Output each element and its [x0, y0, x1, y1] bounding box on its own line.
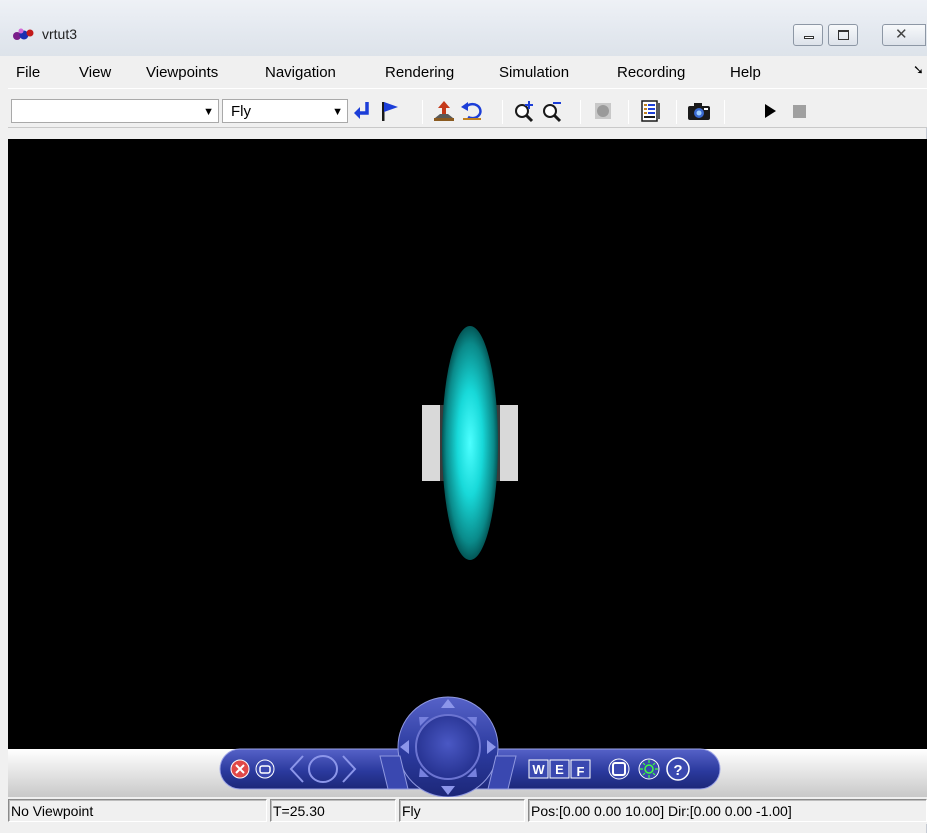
cyan-ellipsoid-shape — [442, 326, 498, 560]
create-viewpoint-icon[interactable] — [378, 99, 402, 123]
simulink-3d-viewer-window: vrtut3 ✕ File View Viewpoints Navigation… — [0, 0, 927, 833]
toolbar: ▼ Fly ▼ — [8, 88, 927, 128]
chevron-down-icon[interactable]: ▼ — [332, 106, 343, 118]
viewpoint-select[interactable]: ▼ — [11, 99, 219, 123]
menu-view[interactable]: View — [79, 64, 111, 81]
undo-move-icon[interactable] — [460, 99, 484, 123]
3d-scene-viewport[interactable] — [8, 139, 927, 749]
navigation-panel-graphic: W E F ? — [219, 696, 721, 798]
capture-frame-icon[interactable] — [687, 99, 711, 123]
menu-recording[interactable]: Recording — [617, 64, 685, 81]
close-icon: ✕ — [895, 25, 908, 43]
zoom-out-icon[interactable] — [540, 99, 564, 123]
svg-text:W: W — [532, 762, 545, 777]
navigation-mode-value: Fly — [231, 103, 251, 120]
stop-simulation-icon[interactable] — [787, 99, 811, 123]
minimize-nav-button[interactable] — [255, 759, 275, 779]
menu-bar: File View Viewpoints Navigation Renderin… — [8, 56, 927, 88]
menu-help[interactable]: Help — [730, 64, 761, 81]
menu-rendering[interactable]: Rendering — [385, 64, 454, 81]
zoom-in-icon[interactable] — [512, 99, 536, 123]
toolbar-separator — [676, 100, 677, 124]
close-nav-button[interactable] — [230, 759, 250, 779]
window-title: vrtut3 — [42, 26, 78, 42]
svg-text:F: F — [577, 764, 585, 779]
menu-viewpoints[interactable]: Viewpoints — [146, 64, 218, 81]
headlight-toggle-button[interactable] — [638, 758, 660, 780]
status-viewpoint: No Viewpoint — [8, 799, 267, 822]
minimize-icon — [804, 36, 814, 39]
toolbar-separator — [422, 100, 423, 124]
menu-file[interactable]: File — [16, 64, 40, 81]
fly-mode-button[interactable]: F — [570, 759, 591, 779]
navigation-mode-select[interactable]: Fly ▼ — [222, 99, 348, 123]
vr-app-logo-icon — [13, 28, 34, 40]
headlight-icon[interactable] — [591, 99, 615, 123]
close-button[interactable]: ✕ — [882, 24, 926, 46]
help-button[interactable]: ? — [666, 757, 690, 781]
status-bar: No Viewpoint T=25.30 Fly Pos:[0.00 0.00 … — [8, 797, 927, 824]
menu-simulation[interactable]: Simulation — [499, 64, 569, 81]
walk-mode-button[interactable]: W — [528, 759, 549, 779]
edit-world-icon[interactable] — [639, 99, 663, 123]
navigation-panel: W E F ? — [8, 696, 927, 798]
status-navigation-mode: Fly — [399, 799, 525, 822]
examine-mode-button[interactable]: E — [549, 759, 570, 779]
toolbar-separator — [580, 100, 581, 124]
chevron-overflow-icon[interactable]: ➘ — [913, 62, 924, 78]
maximize-icon — [838, 30, 849, 40]
straighten-up-icon[interactable] — [432, 99, 456, 123]
maximize-button[interactable] — [828, 24, 858, 46]
menu-navigation[interactable]: Navigation — [265, 64, 336, 81]
toolbar-separator — [628, 100, 629, 124]
minimize-button[interactable] — [793, 24, 823, 46]
status-camera-position: Pos:[0.00 0.00 10.00] Dir:[0.00 0.00 -1.… — [528, 799, 927, 822]
start-simulation-icon[interactable] — [758, 99, 782, 123]
scene-canvas — [422, 326, 518, 560]
svg-text:E: E — [555, 762, 564, 777]
svg-text:?: ? — [673, 762, 682, 779]
left-bracket-shape — [422, 405, 442, 481]
status-time: T=25.30 — [270, 799, 396, 822]
right-bracket-shape — [498, 405, 518, 481]
return-to-viewpoint-icon[interactable] — [350, 99, 374, 123]
chevron-down-icon[interactable]: ▼ — [203, 106, 214, 118]
viewpoint-window-button[interactable] — [608, 758, 630, 780]
toolbar-separator — [724, 100, 725, 124]
title-bar[interactable]: vrtut3 ✕ — [0, 0, 927, 56]
toolbar-separator — [502, 100, 503, 124]
